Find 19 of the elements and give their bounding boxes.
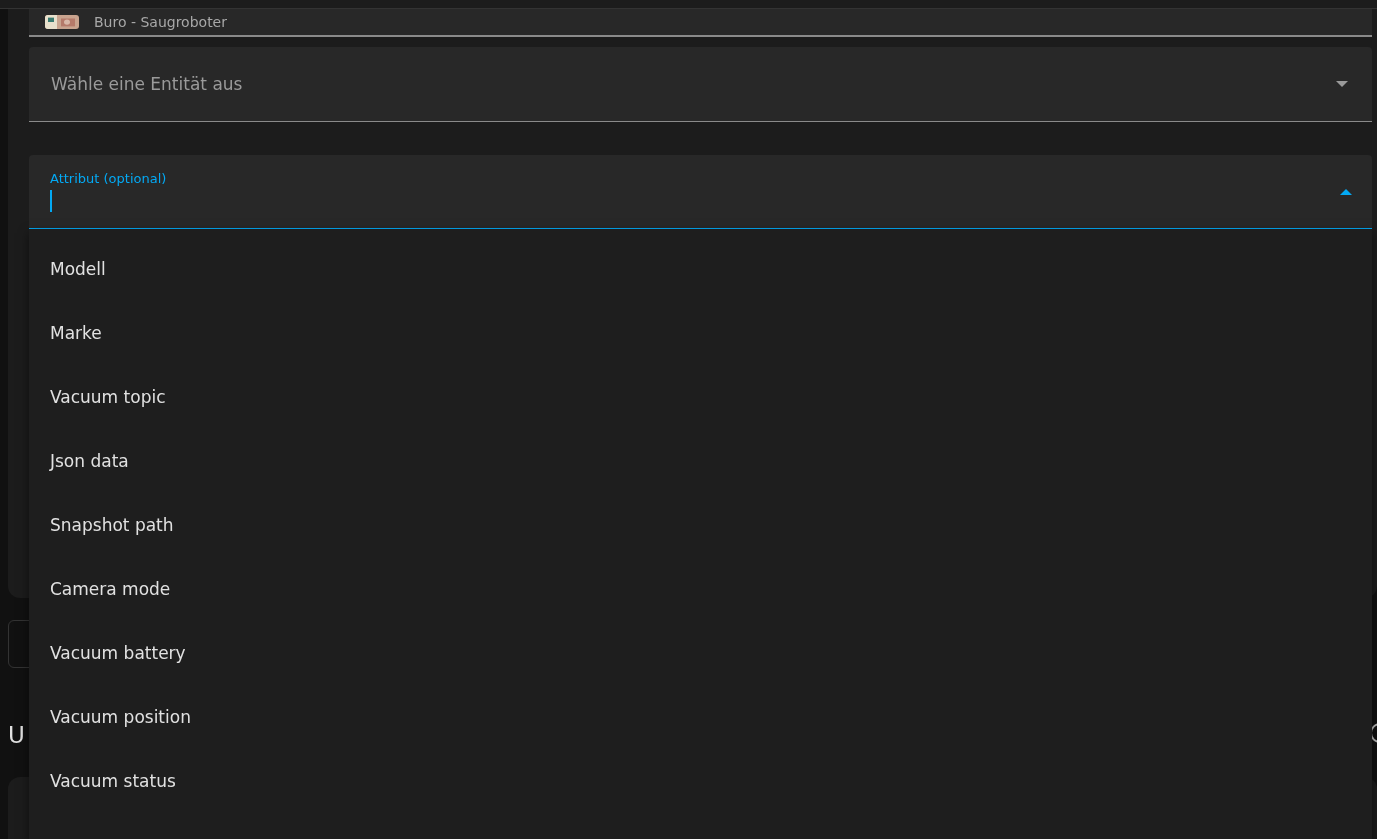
menu-item[interactable]: Vacuum position (29, 685, 1372, 749)
section-heading: U (8, 721, 25, 750)
entity-field[interactable]: Buro - Saugroboter (29, 9, 1372, 37)
field-label: Attribut (optional) (50, 171, 167, 186)
entity-select[interactable]: Wähle eine Entität aus (29, 47, 1372, 122)
menu-item[interactable]: Json data (29, 429, 1372, 493)
menu-item[interactable]: Modell (29, 237, 1372, 301)
entity-name: Buro - Saugroboter (94, 13, 227, 31)
menu-item[interactable]: Camera mode (29, 557, 1372, 621)
caret-up-icon[interactable] (1340, 188, 1352, 195)
menu-item[interactable]: Vacuum topic (29, 365, 1372, 429)
menu-item[interactable]: Vacuum battery (29, 621, 1372, 685)
attribute-field[interactable]: Attribut (optional) (29, 155, 1372, 230)
select-placeholder: Wähle eine Entität aus (51, 74, 243, 94)
menu-item[interactable]: Snapshot path (29, 493, 1372, 557)
text-cursor (50, 190, 52, 212)
menu-item[interactable]: Vacuum status (29, 749, 1372, 813)
caret-down-icon[interactable] (1336, 81, 1348, 87)
menu-item[interactable]: Marke (29, 301, 1372, 365)
